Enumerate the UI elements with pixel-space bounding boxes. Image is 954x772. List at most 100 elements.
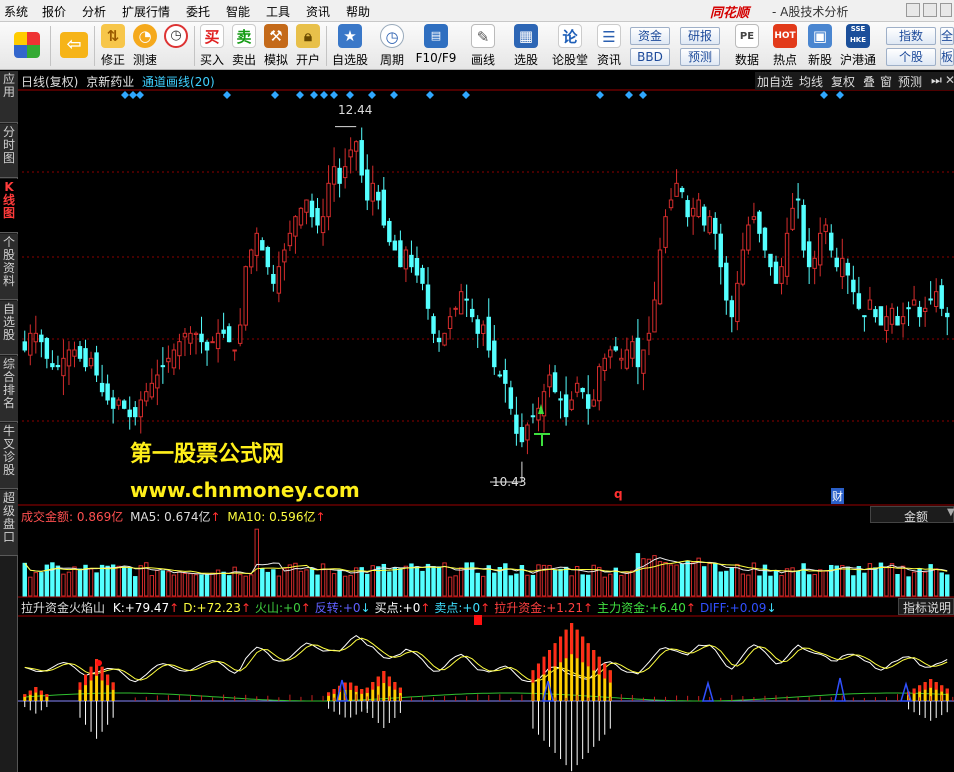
volume-bar [679, 563, 685, 597]
candle-body [193, 332, 199, 336]
candle-body [331, 166, 337, 185]
candle-body [166, 357, 171, 363]
indicator-item: 火山:+0 [255, 601, 301, 615]
volume-bar [298, 570, 304, 597]
reversal-triangle [702, 680, 714, 702]
up-arrow-icon: ↑ [315, 510, 326, 524]
signal-diamond [310, 91, 318, 99]
volume-bar [801, 563, 806, 597]
volume-bar [652, 555, 657, 597]
candle-body [33, 332, 39, 343]
candle-body [729, 300, 735, 318]
candle-body [503, 370, 508, 384]
candle-body [685, 200, 690, 218]
candle-body [652, 299, 657, 333]
signal-diamond [136, 91, 144, 99]
candle-body [425, 284, 431, 309]
volume-bar [696, 557, 701, 597]
candle-body [773, 261, 779, 284]
volume-bar [817, 569, 823, 597]
flame-bar [360, 689, 364, 694]
candle-body [657, 249, 663, 305]
candle-body [718, 233, 723, 268]
candle-body [287, 232, 293, 247]
candle-body [762, 227, 768, 251]
indicator-item: 主力资金:+6.40 [597, 601, 686, 615]
volume-bar [889, 563, 895, 597]
candle-body [376, 191, 381, 201]
volume-bar [221, 571, 226, 597]
candle-body [674, 182, 679, 197]
flame-bar [34, 687, 38, 693]
candle-body [265, 247, 271, 268]
signal-diamond [129, 91, 137, 99]
candle-body [431, 316, 436, 334]
candle-body [547, 374, 552, 388]
volume-bar [630, 570, 635, 597]
sell-point-dot [96, 660, 102, 666]
window-button[interactable]: 窗 [880, 73, 892, 89]
candle-body [889, 307, 895, 325]
volume-bar [116, 565, 121, 597]
ma-button[interactable]: 均线 [799, 73, 823, 89]
candle-body [801, 204, 806, 251]
volume-type-dropdown[interactable]: 金额 ▼ [870, 506, 954, 524]
volume-bar [160, 570, 166, 597]
volume-bar [602, 576, 607, 597]
kline-chart[interactable] [0, 0, 954, 772]
candle-body [580, 387, 585, 393]
candle-body [768, 253, 773, 268]
candle-body [646, 332, 652, 341]
candle-body [199, 333, 204, 343]
flame-bar [548, 650, 552, 671]
ma10-value: 0.596亿 [269, 510, 316, 524]
flame-bar [349, 682, 353, 690]
candle-body [663, 216, 668, 248]
ma10-label: MA10: [227, 510, 266, 524]
volume-bar [641, 558, 646, 597]
candle-body [552, 372, 558, 393]
flame-bar [608, 670, 612, 683]
volume-header: 成交金额: 0.869亿 MA5: 0.674亿↑ MA10: 0.596亿↑ [21, 508, 326, 525]
flame-bar [23, 694, 27, 697]
volume-bar [50, 562, 55, 597]
volume-bar [707, 562, 712, 597]
skip-end-icon[interactable]: ⏭ [931, 73, 942, 89]
indicator-explain-button[interactable]: 指标说明 [898, 598, 954, 615]
candle-body [884, 316, 889, 331]
overlay-button[interactable]: 叠 [863, 73, 875, 89]
candle-body [619, 357, 624, 361]
trend-arrow-icon: ↑ [240, 601, 251, 615]
adjust-button[interactable]: 复权 [831, 73, 855, 89]
flame-bar [45, 694, 49, 697]
buy-signal-marker [534, 433, 550, 446]
volume-bar [492, 572, 497, 597]
forecast-chart-button[interactable]: 预测 [898, 73, 922, 89]
candle-body [696, 199, 701, 218]
volume-bar [768, 575, 773, 597]
indicator-name[interactable]: 通道画线(20) [142, 75, 215, 89]
low-price-label: 10.43 [492, 475, 527, 489]
indicator-panel-name[interactable]: 拉升资金火焰山 [21, 601, 105, 615]
add-watchlist-button[interactable]: 加自选 [757, 73, 793, 89]
candle-body [862, 315, 867, 318]
candle-body [569, 399, 574, 410]
candle-body [481, 324, 486, 334]
candle-body [558, 398, 563, 401]
candle-body [508, 387, 514, 409]
finance-marker-icon[interactable]: 财 [831, 488, 844, 504]
candle-body [817, 232, 823, 266]
close-chart-icon[interactable]: ✕ [945, 73, 954, 89]
candle-body [304, 199, 309, 213]
signal-diamond [330, 91, 338, 99]
period-label[interactable]: 日线(复权) [21, 75, 78, 89]
candle-body [315, 208, 320, 226]
volume-bar [72, 566, 77, 597]
flame-bar [553, 643, 557, 667]
volume-bar [812, 573, 817, 597]
volume-bar [806, 574, 812, 597]
candle-body [530, 415, 536, 418]
flame-bar [918, 685, 922, 692]
flame-bar [581, 636, 585, 663]
volume-bar [917, 568, 922, 597]
